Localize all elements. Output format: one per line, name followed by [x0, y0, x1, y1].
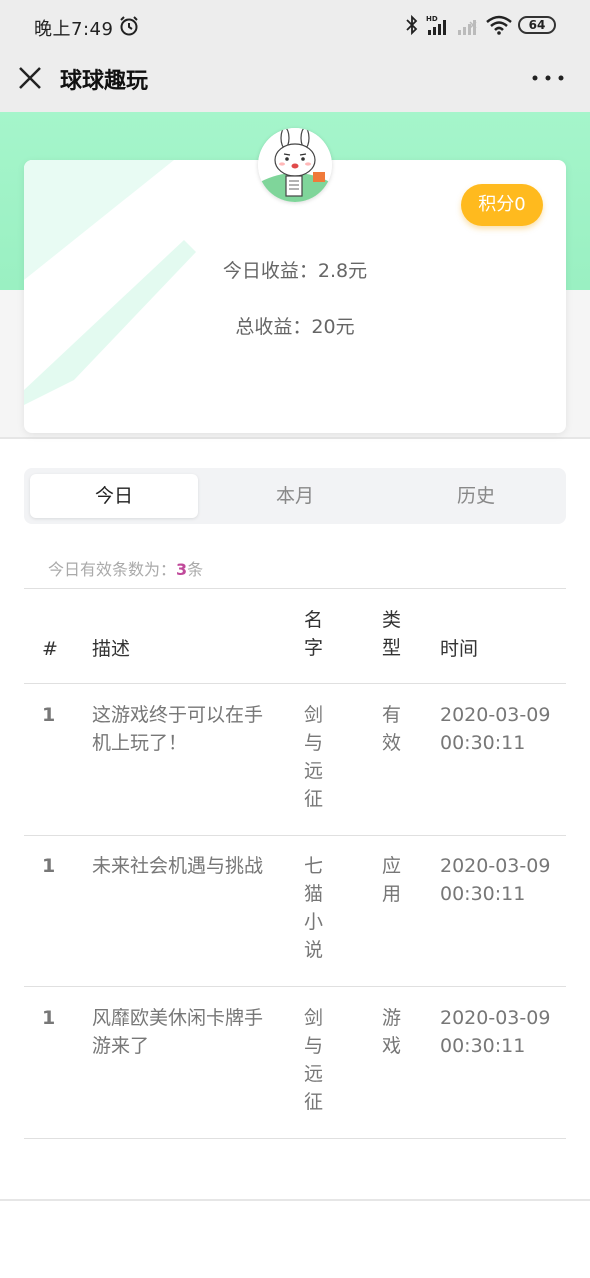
cell-name: 七猫小说 [304, 855, 324, 961]
cell-name: 剑与远征 [304, 1007, 324, 1113]
summary-count: 3 [176, 560, 188, 579]
status-time: 晚上7:49 [34, 19, 114, 40]
cell-type: 游戏 [382, 1007, 402, 1057]
divider [24, 1138, 566, 1139]
header-desc: 描述 [92, 638, 131, 660]
header-type: 类型 [382, 609, 402, 659]
cell-time: 2020-03-09 00:30:11 [440, 1007, 551, 1057]
cell-index: 1 [42, 704, 56, 726]
wifi-icon [486, 15, 512, 35]
tab-month[interactable]: 本月 [211, 474, 379, 518]
close-icon[interactable] [18, 66, 42, 90]
header-time: 时间 [440, 638, 479, 660]
signal-no-service-icon [458, 20, 477, 35]
cell-desc: 未来社会机遇与挑战 [92, 855, 264, 877]
points-badge[interactable]: 积分0 [461, 184, 543, 226]
total-income: 总收益：20元 [235, 316, 355, 338]
divider [24, 683, 566, 684]
tab-history[interactable]: 历史 [392, 474, 560, 518]
tab-bar: 今日 本月 历史 [24, 468, 566, 524]
cell-time: 2020-03-09 00:30:11 [440, 704, 551, 754]
cell-type: 应用 [382, 855, 402, 905]
cell-desc: 风靡欧美休闲卡牌手游来了 [92, 1007, 264, 1057]
svg-text:HD: HD [426, 15, 438, 23]
cell-index: 1 [42, 855, 56, 877]
status-bar: 晚上7:49 HD 64 [0, 0, 590, 52]
divider [24, 986, 566, 987]
cell-time: 2020-03-09 00:30:11 [440, 855, 551, 905]
bunny-avatar-icon [258, 128, 332, 202]
divider [0, 1199, 590, 1201]
battery-icon: 64 [518, 16, 556, 34]
cell-type: 有效 [382, 704, 402, 754]
more-icon[interactable] [530, 68, 566, 88]
signal-hd-icon: HD [426, 15, 446, 35]
cell-name: 剑与远征 [304, 704, 324, 810]
header-name: 名字 [304, 609, 324, 659]
today-income: 今日收益：2.8元 [222, 260, 368, 282]
divider [24, 835, 566, 836]
cell-index: 1 [42, 1007, 56, 1029]
divider [0, 437, 590, 439]
header-index: # [42, 638, 58, 660]
alarm-icon [120, 16, 138, 36]
summary-suffix: 条 [187, 560, 204, 579]
valid-count-summary: 今日有效条数为：3条 [48, 556, 203, 580]
cell-desc: 这游戏终于可以在手机上玩了！ [92, 704, 264, 754]
summary-prefix: 今日有效条数为： [48, 560, 177, 579]
tab-today[interactable]: 今日 [30, 474, 198, 518]
bluetooth-icon [406, 14, 418, 36]
page-title: 球球趣玩 [60, 69, 149, 94]
divider [24, 588, 566, 589]
nav-bar: 球球趣玩 [0, 52, 590, 112]
